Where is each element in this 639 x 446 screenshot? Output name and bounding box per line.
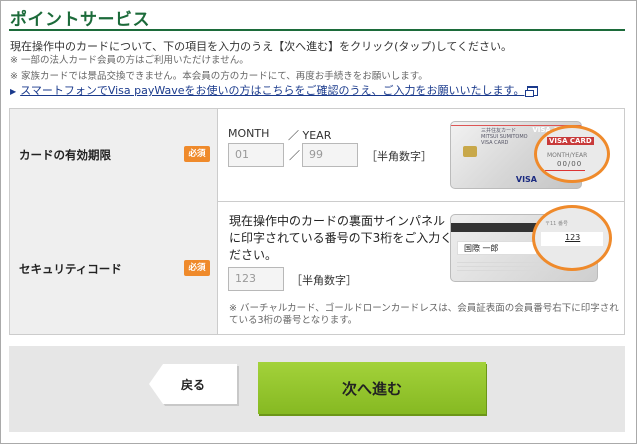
security-label-cell: セキュリティコード 必須 <box>10 201 218 334</box>
expiry-hint: ［半角数字］ <box>366 150 432 163</box>
expiry-year-input[interactable]: 99 <box>302 143 358 167</box>
required-badge: 必須 <box>184 146 210 162</box>
expiry-label-cell: カードの有効期限 必須 <box>10 109 218 201</box>
card-back-lines <box>457 261 547 271</box>
card-chip <box>463 146 477 157</box>
mag-brand: VISA CARD <box>547 137 594 145</box>
security-note: ※ バーチャルカード、ゴールドローンカードレスは、会員証表面の会員番号右下に印字… <box>229 303 619 326</box>
mag-security-number: 123 <box>565 233 581 242</box>
note-family-card: ※ 家族カードでは景品交換できません。本会員の方のカードにて、再度お手続きをお願… <box>10 71 428 82</box>
note-corporate: ※ 一部の法人カード会員の方はご利用いただけません。 <box>10 55 249 66</box>
date-separator: ／ <box>289 149 300 162</box>
required-badge: 必須 <box>184 260 210 276</box>
paywave-link-text[interactable]: スマートフォンでVisa payWaveをお使いの方はこちらをご確認のうえ、ご入… <box>20 84 524 97</box>
mag-underline <box>545 170 585 171</box>
new-window-icon <box>525 86 539 97</box>
security-hint: ［半角数字］ <box>291 274 357 287</box>
security-code-input[interactable]: 123 <box>228 267 284 291</box>
action-bar: 戻る 次へ進む <box>9 346 625 432</box>
expiry-row: カードの有効期限 必須 MONTH ／ YEAR 01 ／ 99 ［半角数字］ … <box>10 109 624 202</box>
security-label: セキュリティコード <box>19 262 122 276</box>
security-row: セキュリティコード 必須 現在操作中のカードの裏面サインパネルに印字されている番… <box>10 201 624 334</box>
expiry-magnifier: VISA CARD MONTH/YEAR 00/00 <box>534 125 610 183</box>
back-button[interactable]: 戻る <box>149 364 237 404</box>
security-magnifier: 〒11 番号 123 <box>532 205 612 271</box>
link-arrow-icon: ▶ <box>10 87 17 96</box>
card-signature-panel: 国際 一郎 <box>457 241 537 255</box>
year-label: ／ YEAR <box>288 129 332 142</box>
security-description: 現在操作中のカードの裏面サインパネルに印字されている番号の下3桁をご入力ください… <box>229 214 453 262</box>
expiry-label: カードの有効期限 <box>19 148 111 162</box>
mag-small-text: 〒11 番号 <box>545 221 568 227</box>
month-label: MONTH <box>228 127 270 140</box>
mag-digits: 00/00 <box>557 160 583 168</box>
expiry-month-input[interactable]: 01 <box>228 143 284 167</box>
card-info-form: カードの有効期限 必須 MONTH ／ YEAR 01 ／ 99 ［半角数字］ … <box>9 108 625 335</box>
page-title: ポイントサービス <box>10 10 150 30</box>
card-bank-name: 三井住友カード MITSUI SUMITOMO VISA CARD <box>481 128 528 146</box>
title-divider <box>9 29 625 31</box>
mag-sub: MONTH/YEAR <box>547 152 588 159</box>
paywave-link[interactable]: ▶ スマートフォンでVisa payWaveをお使いの方はこちらをご確認のうえ、ご… <box>10 82 539 98</box>
next-button[interactable]: 次へ進む <box>258 362 486 414</box>
card-network-logo: VISA <box>515 175 537 184</box>
